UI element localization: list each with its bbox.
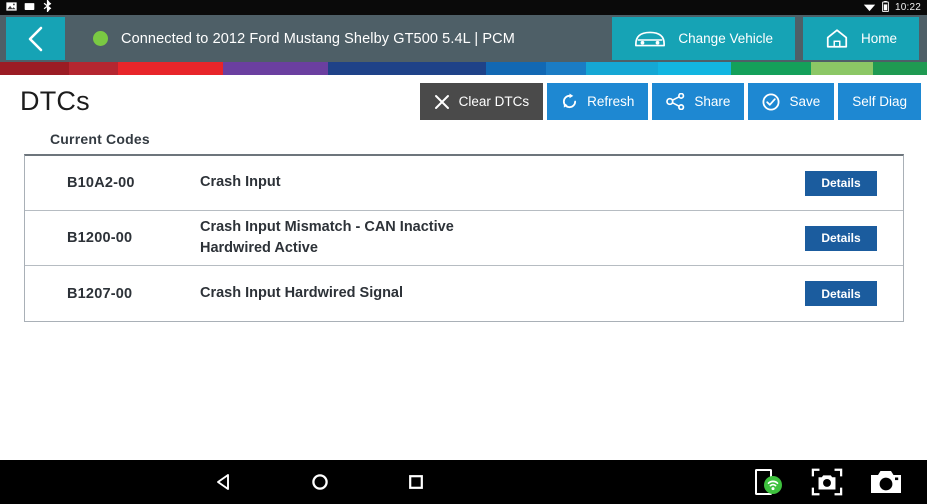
back-triangle-icon (217, 474, 229, 490)
change-vehicle-label: Change Vehicle (678, 31, 773, 46)
stripe-segment (69, 62, 118, 75)
connection-status: Connected to 2012 Ford Mustang Shelby GT… (93, 31, 515, 47)
status-bar-clock: 10:22 (894, 2, 921, 13)
app-title-bar: Connected to 2012 Ford Mustang Shelby GT… (0, 15, 927, 62)
change-vehicle-button[interactable]: Change Vehicle (612, 17, 795, 60)
stripe-segment (658, 62, 731, 75)
details-button[interactable]: Details (805, 225, 877, 251)
stripe-segment (731, 62, 811, 75)
stripe-segment (486, 62, 546, 75)
nav-back-button[interactable] (176, 460, 272, 504)
share-label: Share (694, 94, 731, 109)
screenshot-capture-button[interactable] (811, 467, 843, 497)
home-icon (826, 29, 848, 48)
camera-icon (871, 471, 901, 493)
clear-dtcs-label: Clear DTCs (458, 94, 530, 109)
save-button[interactable]: Save (748, 83, 835, 120)
stripe-segment (118, 62, 223, 75)
stripe-segment (0, 62, 69, 75)
navigation-tool-buttons (753, 460, 923, 504)
save-label: Save (789, 94, 821, 109)
app-window: 10:22 Connected to 2012 Ford Mustang She… (0, 0, 927, 504)
page-header: DTCs Clear DTCs Refresh Share Save Self … (0, 75, 927, 128)
car-icon (635, 31, 666, 46)
home-label: Home (860, 31, 897, 46)
check-circle-icon (762, 93, 780, 110)
page-content: DTCs Clear DTCs Refresh Share Save Self … (0, 75, 927, 460)
dtc-description: Crash Input Hardwired Signal (200, 285, 404, 302)
connection-status-label: Connected to 2012 Ford Mustang Shelby GT… (121, 30, 515, 47)
nav-recents-button[interactable] (368, 460, 464, 504)
refresh-icon (563, 93, 577, 109)
android-navigation-bar (0, 460, 927, 504)
share-icon (666, 93, 685, 110)
back-button[interactable] (6, 17, 65, 60)
stripe-segment (546, 62, 586, 75)
dtc-description: Crash Input Mismatch - CAN Inactive Hard… (200, 219, 454, 257)
screenshot-capture-icon (811, 468, 843, 496)
stripe-segment (873, 62, 927, 75)
self-diag-label: Self Diag (852, 94, 907, 109)
remote-wifi-icon (755, 469, 782, 495)
nav-home-button[interactable] (272, 460, 368, 504)
remote-connection-button[interactable] (753, 467, 785, 497)
table-row: B1200-00 Crash Input Mismatch - CAN Inact… (25, 211, 903, 267)
table-row: B10A2-00 Crash Input Details (25, 156, 903, 211)
dtc-description: Crash Input (200, 174, 281, 191)
recents-square-icon (409, 475, 423, 489)
android-status-bar: 10:22 (0, 0, 927, 15)
share-button[interactable]: Share (652, 83, 745, 120)
home-circle-icon (312, 474, 328, 490)
home-button[interactable]: Home (802, 17, 919, 60)
current-codes-label: Current Codes (50, 131, 150, 147)
table-row: B1207-00 Crash Input Hardwired Signal Deta… (25, 266, 903, 321)
dtc-table: B10A2-00 Crash Input Details B1200-00 Crash … (24, 154, 904, 323)
details-button[interactable]: Details (805, 281, 877, 307)
stripe-segment (586, 62, 658, 75)
connection-status-dot (93, 31, 108, 46)
stripe-segment (223, 62, 328, 75)
page-title: DTCs (20, 86, 90, 116)
dtc-code: B1207-00 (67, 285, 133, 302)
stripe-segment (328, 62, 486, 75)
self-diag-button[interactable]: Self Diag (838, 83, 921, 120)
clear-dtcs-button[interactable]: Clear DTCs (419, 83, 544, 120)
chevron-left-icon (28, 26, 42, 51)
page-action-bar: Clear DTCs Refresh Share Save Self Diag (416, 83, 921, 120)
camera-button[interactable] (869, 467, 903, 497)
color-stripe (0, 62, 927, 75)
dtc-code: B1200-00 (67, 230, 133, 247)
title-bar-actions: Change Vehicle Home (612, 17, 919, 60)
refresh-label: Refresh (587, 94, 635, 109)
refresh-button[interactable]: Refresh (547, 83, 649, 120)
details-button[interactable]: Details (805, 170, 877, 196)
close-x-icon (434, 94, 449, 109)
dtc-code: B10A2-00 (67, 175, 135, 191)
stripe-segment (811, 62, 873, 75)
system-nav-buttons (0, 460, 640, 504)
